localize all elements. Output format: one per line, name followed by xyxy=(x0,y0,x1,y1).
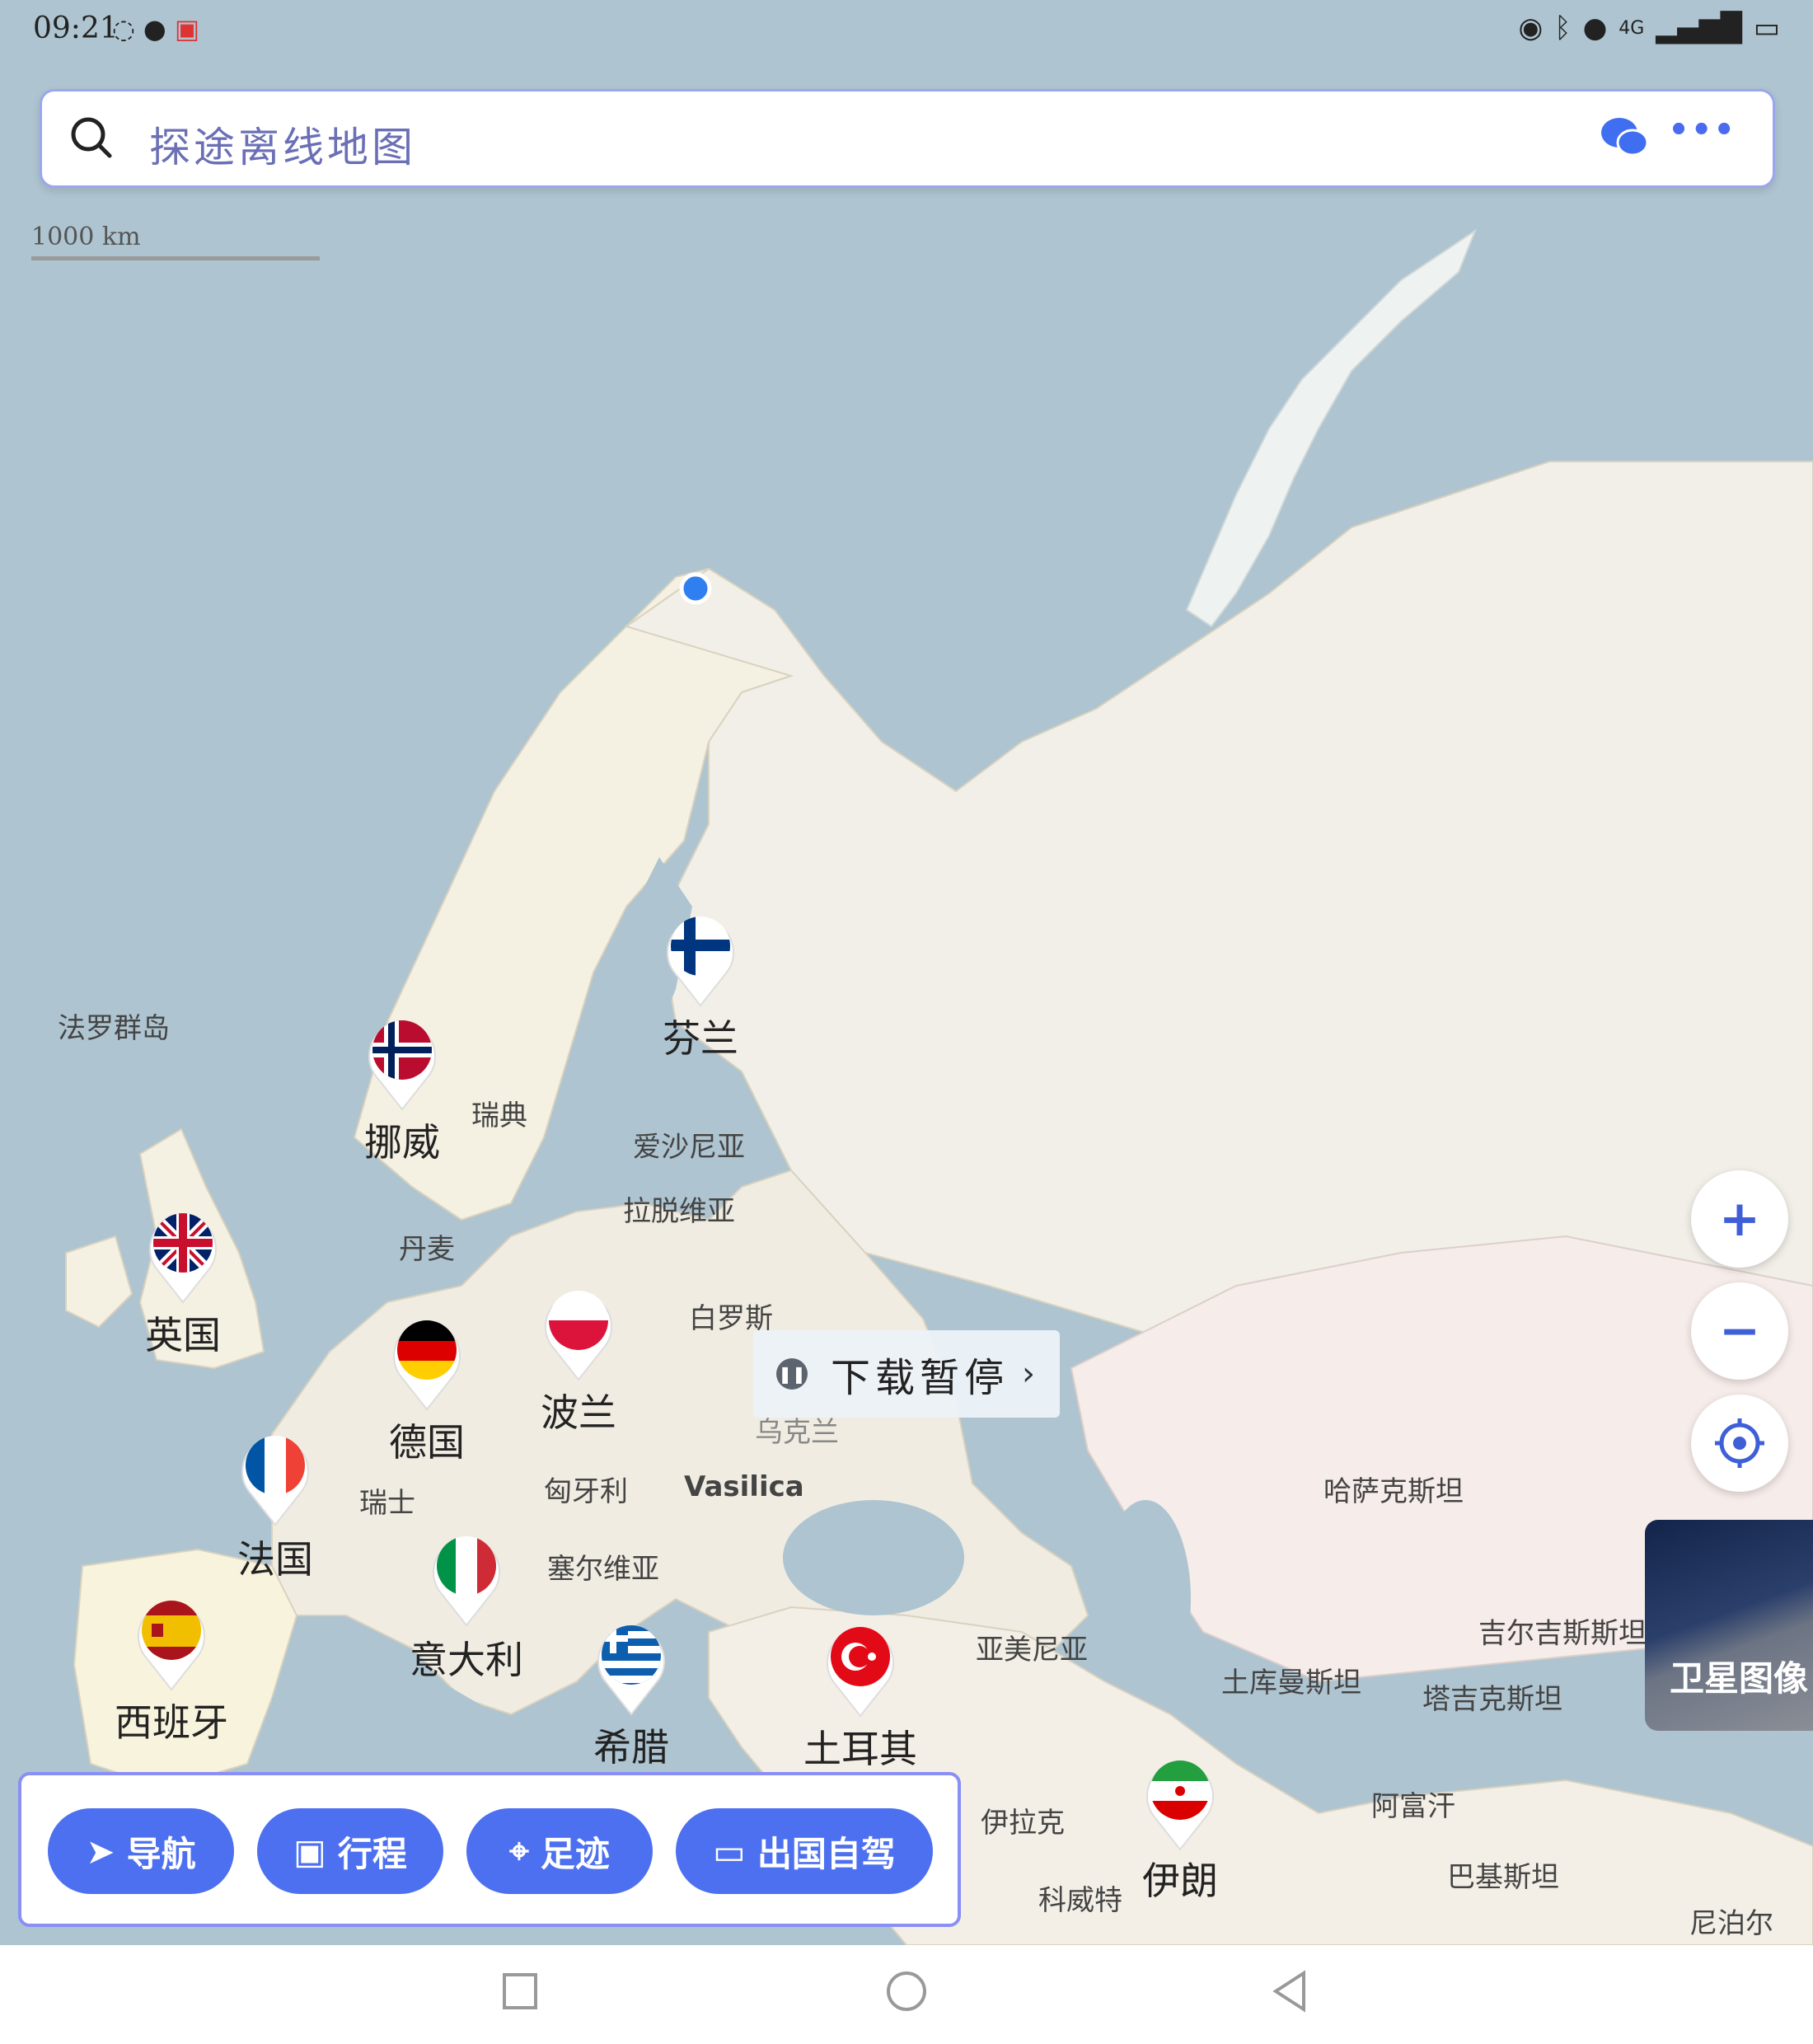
map-label-faroe: 法罗群岛 xyxy=(58,1012,170,1045)
map-label-hungary: 匈牙利 xyxy=(544,1475,628,1508)
navigate-label: 导航 xyxy=(126,1833,196,1874)
sea-black xyxy=(783,1500,964,1615)
eye-icon: ◉ xyxy=(1518,12,1544,45)
more-options-icon[interactable]: ••• xyxy=(1668,111,1736,149)
map-label-kuwait: 科威特 xyxy=(1038,1884,1122,1917)
status-bar: 09:21 ◌ ● ▣ ◉ ᛒ ● 4G ▂▄▆█ ▭ xyxy=(0,0,1813,59)
sync-icon: ◌ xyxy=(112,13,135,45)
pin-france[interactable] xyxy=(234,1426,316,1528)
country-label-poland[interactable]: 波兰 xyxy=(541,1383,616,1437)
bluetooth-icon: ᛒ xyxy=(1554,12,1572,45)
scale-line xyxy=(31,256,320,260)
map-label-turkmenistan: 土库曼斯坦 xyxy=(1221,1667,1361,1699)
bottom-toolbar: ➤ 导航 ▣ 行程 ⌖ 足迹 ▭ 出国自驾 xyxy=(18,1772,961,1927)
footprint-button[interactable]: ⌖ 足迹 xyxy=(466,1808,653,1894)
satellite-label: 卫星图像 xyxy=(1670,1658,1809,1699)
country-label-france[interactable]: 法国 xyxy=(237,1530,313,1584)
country-label-finland[interactable]: 芬兰 xyxy=(663,1009,738,1063)
map-label-vasilica: Vasilica xyxy=(684,1470,804,1503)
abroad-drive-label: 出国自驾 xyxy=(757,1833,896,1874)
network-label: 4G xyxy=(1619,17,1645,39)
country-label-uk[interactable]: 英国 xyxy=(145,1306,221,1360)
zoom-in-button[interactable]: + xyxy=(1691,1170,1788,1268)
search-input[interactable]: 探途离线地图 xyxy=(149,115,416,174)
car-icon: ▭ xyxy=(713,1831,746,1872)
pin-germany[interactable] xyxy=(386,1310,468,1413)
pin-finland[interactable] xyxy=(659,907,742,1009)
app-notification-icon: ▣ xyxy=(174,13,200,45)
country-label-italy[interactable]: 意大利 xyxy=(410,1630,523,1685)
pin-turkey[interactable] xyxy=(819,1617,902,1719)
pin-poland[interactable] xyxy=(537,1281,620,1383)
signal-icon: ▂▄▆█ xyxy=(1656,12,1742,45)
sea-caspian xyxy=(1100,1500,1191,1698)
search-bar[interactable]: 探途离线地图 ••• xyxy=(40,89,1775,188)
map-label-iraq: 伊拉克 xyxy=(981,1807,1065,1840)
location-icon: ● xyxy=(1582,12,1608,45)
battery-icon: ▭ xyxy=(1753,12,1780,45)
pause-icon: ❚❚ xyxy=(776,1358,808,1390)
map-canvas[interactable] xyxy=(0,0,1813,1945)
map-label-tajikistan: 塔吉克斯坦 xyxy=(1422,1683,1562,1716)
map-label-denmark: 丹麦 xyxy=(399,1233,455,1266)
footprint-label: 足迹 xyxy=(540,1833,610,1874)
country-label-greece[interactable]: 希腊 xyxy=(593,1718,669,1772)
status-time: 09:21 xyxy=(33,12,119,45)
pin-norway[interactable] xyxy=(361,1010,443,1113)
locate-me-button[interactable] xyxy=(1691,1395,1788,1492)
wechat-icon[interactable] xyxy=(1600,115,1649,164)
abroad-drive-button[interactable]: ▭ 出国自驾 xyxy=(676,1808,933,1894)
map-label-switzerland: 瑞士 xyxy=(359,1487,415,1520)
pin-greece[interactable] xyxy=(590,1615,672,1718)
navigate-button[interactable]: ➤ 导航 xyxy=(48,1808,234,1894)
pin-italy[interactable] xyxy=(425,1526,508,1629)
scale-bar: 1000 km xyxy=(31,223,320,260)
plus-icon: + xyxy=(1718,1190,1761,1248)
pin-iran[interactable] xyxy=(1139,1751,1221,1853)
map-label-estonia: 爱沙尼亚 xyxy=(633,1131,745,1164)
country-label-iran[interactable]: 伊朗 xyxy=(1142,1851,1218,1906)
satellite-layer-button[interactable]: 卫星图像 xyxy=(1645,1520,1813,1731)
country-label-germany[interactable]: 德国 xyxy=(389,1413,465,1467)
country-label-spain[interactable]: 西班牙 xyxy=(115,1693,228,1747)
map-label-armenia: 亚美尼亚 xyxy=(976,1634,1088,1667)
briefcase-icon: ▣ xyxy=(293,1831,326,1872)
map-label-sweden: 瑞典 xyxy=(471,1099,527,1132)
current-location-marker xyxy=(679,572,712,605)
map-label-latvia: 拉脱维亚 xyxy=(623,1195,735,1228)
map-label-kyrgyzstan: 吉尔吉斯斯坦 xyxy=(1478,1617,1647,1650)
download-paused-label: 下载暂停 xyxy=(831,1355,1010,1401)
system-navigation-bar xyxy=(0,1945,1813,2044)
home-icon[interactable] xyxy=(885,1967,928,2016)
chevron-right-icon: › xyxy=(1022,1355,1036,1393)
back-icon[interactable] xyxy=(1269,1967,1310,2016)
pin-spain[interactable] xyxy=(130,1591,213,1693)
download-paused-banner[interactable]: ❚❚ 下载暂停 › xyxy=(753,1330,1060,1418)
trip-label: 行程 xyxy=(337,1833,407,1874)
map-label-serbia: 塞尔维亚 xyxy=(547,1553,659,1586)
locate-icon xyxy=(1715,1418,1764,1468)
scale-label: 1000 km xyxy=(31,223,141,251)
search-icon[interactable] xyxy=(67,113,116,166)
map-label-pakistan: 巴基斯坦 xyxy=(1447,1861,1559,1894)
map-label-nepal: 尼泊尔 xyxy=(1689,1907,1773,1940)
map-label-afghanistan: 阿富汗 xyxy=(1371,1790,1455,1823)
trip-button[interactable]: ▣ 行程 xyxy=(257,1808,443,1894)
recent-apps-icon[interactable] xyxy=(499,1967,541,2016)
country-label-norway[interactable]: 挪威 xyxy=(364,1113,440,1167)
zoom-out-button[interactable]: − xyxy=(1691,1282,1788,1380)
navigation-icon: ➤ xyxy=(86,1831,115,1872)
minus-icon: − xyxy=(1718,1302,1761,1360)
country-label-turkey[interactable]: 土耳其 xyxy=(803,1719,917,1774)
map-label-kazakhstan: 哈萨克斯坦 xyxy=(1323,1475,1464,1508)
message-icon: ● xyxy=(143,13,166,45)
location-pin-icon: ⌖ xyxy=(509,1831,529,1871)
pin-uk[interactable] xyxy=(142,1203,224,1306)
